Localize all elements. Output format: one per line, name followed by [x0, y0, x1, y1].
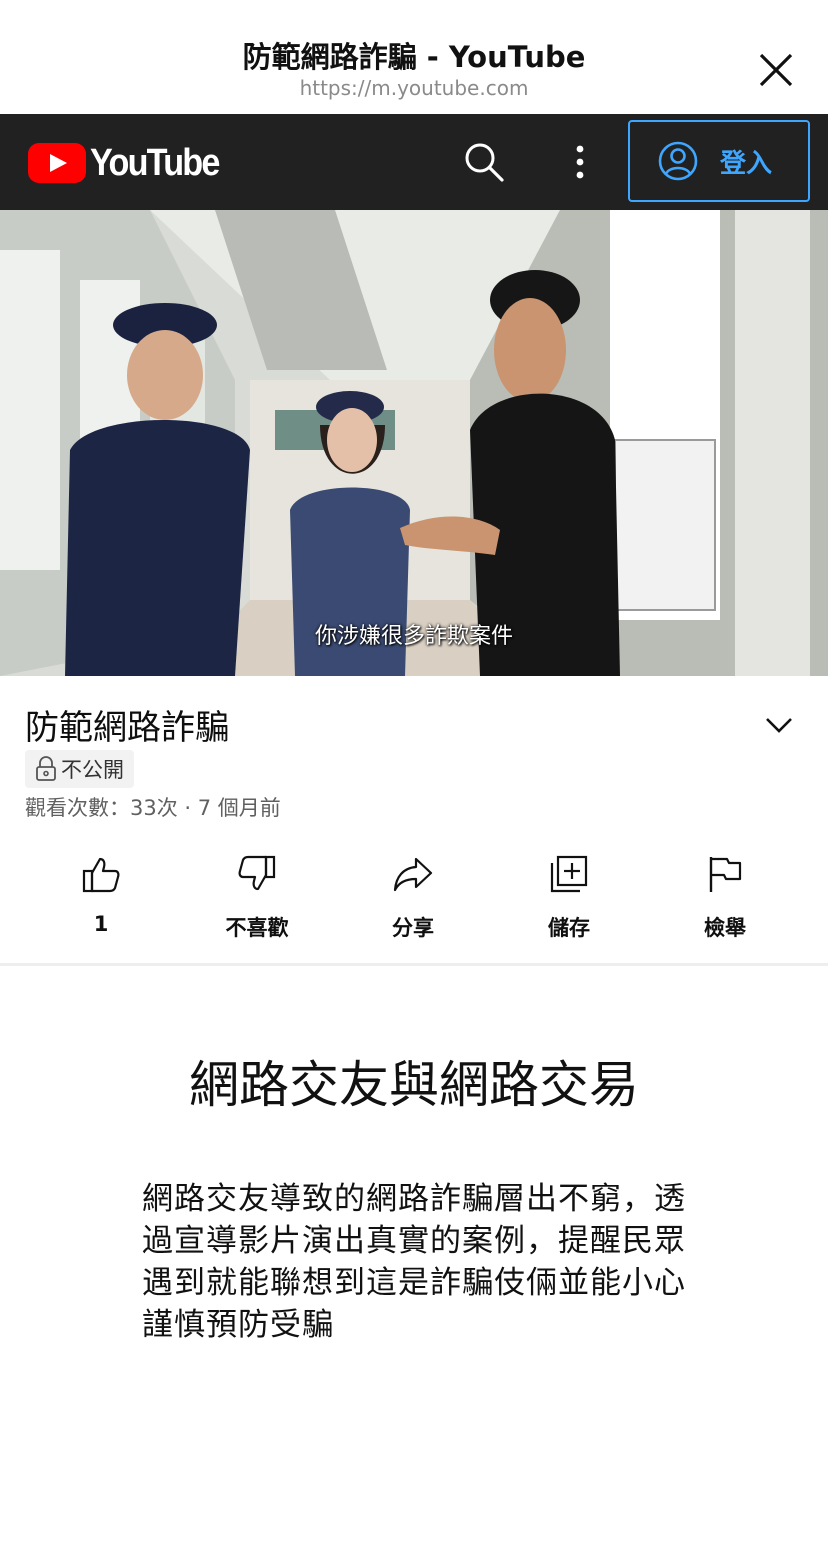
- report-button[interactable]: 檢舉: [647, 848, 803, 948]
- video-title: 防範網路詐騙: [25, 708, 229, 748]
- expand-description-button[interactable]: [762, 708, 796, 742]
- more-options-button[interactable]: [566, 140, 594, 184]
- youtube-logo[interactable]: YouTube: [28, 142, 233, 184]
- divider: [0, 963, 828, 966]
- video-meta: 觀看次數：33次 · 7 個月前: [25, 796, 281, 820]
- page-url: https://m.youtube.com: [299, 76, 529, 100]
- share-icon: [393, 857, 433, 892]
- share-button[interactable]: 分享: [335, 848, 491, 948]
- description-heading: 網路交友與網路交易: [189, 1056, 639, 1114]
- youtube-play-icon: [28, 143, 86, 183]
- flag-icon: [709, 857, 742, 892]
- search-icon: [465, 143, 504, 182]
- report-label: 檢舉: [704, 916, 746, 940]
- description-body: 網路交友導致的網路詐騙層出不窮，透過宣導影片演出真實的案例，提醒民眾遇到就能聯想…: [142, 1181, 686, 1343]
- like-count: 1: [93, 912, 109, 936]
- save-button[interactable]: 儲存: [491, 848, 647, 948]
- close-button[interactable]: [758, 52, 794, 88]
- thumbs-up-icon: [82, 857, 120, 893]
- thumbs-down-icon: [238, 855, 276, 891]
- video-frame: [0, 210, 828, 676]
- signin-label: 登入: [720, 148, 773, 179]
- video-subtitle: 你涉嫌很多詐欺案件: [314, 624, 513, 649]
- chevron-down-icon: [766, 718, 792, 733]
- share-label: 分享: [392, 916, 434, 940]
- video-player[interactable]: 你涉嫌很多詐欺案件: [0, 210, 828, 676]
- close-icon: [759, 53, 793, 87]
- page-title: 防範網路詐騙 - YouTube: [242, 40, 586, 74]
- more-vertical-icon: [576, 145, 584, 179]
- action-bar: 1 不喜歡 分享 儲存 檢舉: [23, 848, 803, 948]
- privacy-label: 不公開: [61, 758, 124, 782]
- browser-sheet-header: 防範網路詐騙 - YouTube https://m.youtube.com: [0, 0, 828, 114]
- lock-icon: [36, 756, 56, 781]
- like-button[interactable]: 1: [23, 848, 179, 948]
- search-button[interactable]: [462, 140, 506, 184]
- youtube-logo-text: YouTube: [90, 141, 220, 184]
- privacy-badge: 不公開: [25, 750, 134, 788]
- dislike-label: 不喜歡: [225, 916, 289, 940]
- save-playlist-icon: [550, 855, 588, 893]
- account-icon: [658, 141, 698, 181]
- signin-button[interactable]: 登入: [628, 120, 810, 202]
- save-label: 儲存: [548, 916, 590, 940]
- dislike-button[interactable]: 不喜歡: [179, 848, 335, 948]
